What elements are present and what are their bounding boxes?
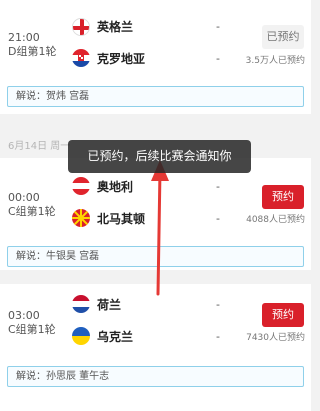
red-arrow-annotation [151,160,169,296]
match-schedule-screen: 21:00 D组第1轮 英格兰 - 克罗地亚 - 已预约 3.5万人已预约 解说… [0,0,311,411]
toast-notification: 已预约，后续比赛会通知你 [68,140,251,173]
